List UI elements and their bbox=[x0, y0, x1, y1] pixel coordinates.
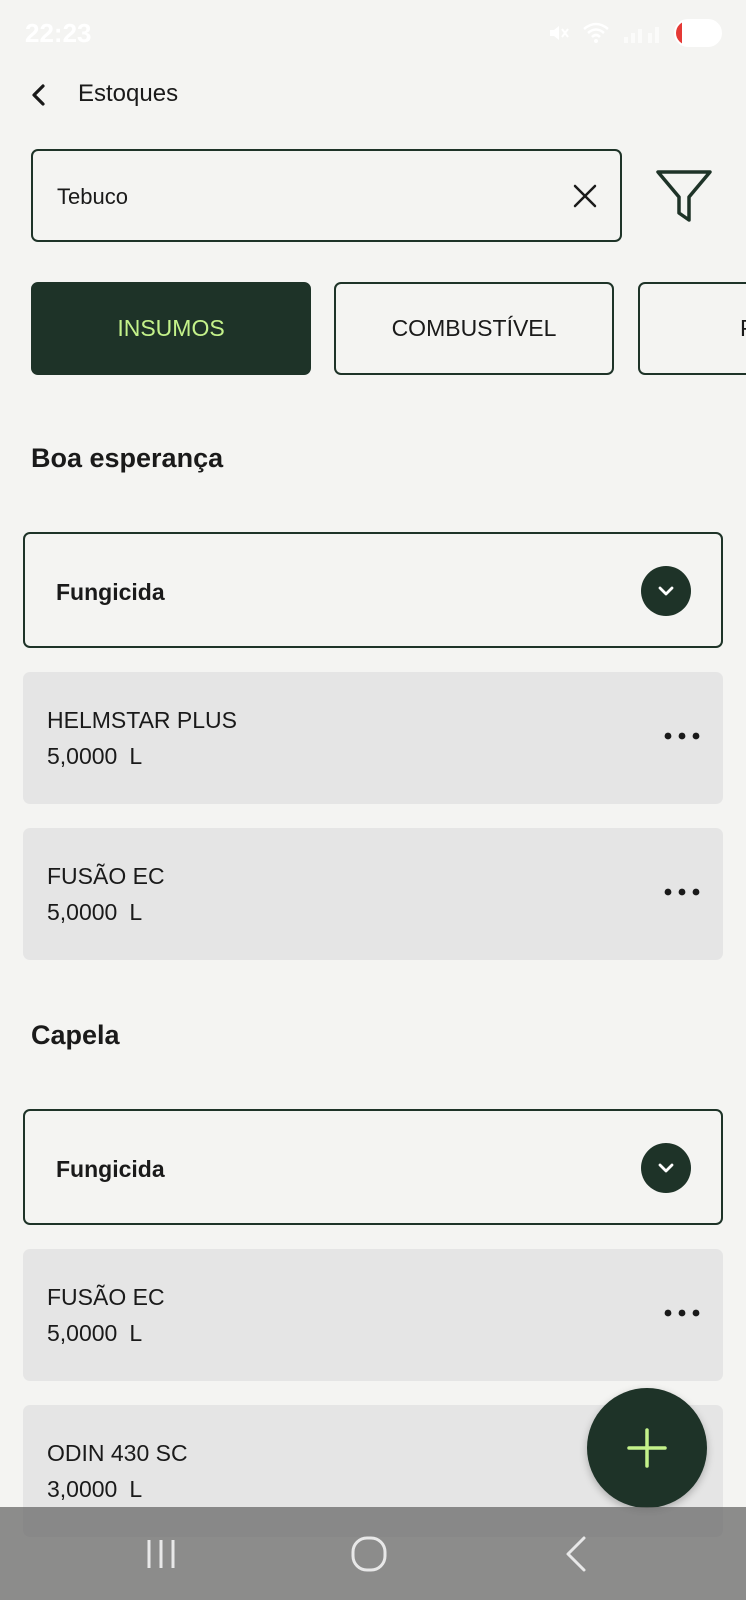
product-quantity: 5,0000 L bbox=[47, 899, 142, 926]
search-input[interactable]: Tebuco bbox=[31, 149, 622, 242]
product-quantity: 5,0000 L bbox=[47, 743, 142, 770]
search-input-value[interactable]: Tebuco bbox=[57, 184, 128, 210]
tab-label: COMBUSTÍVEL bbox=[391, 315, 557, 341]
back-icon bbox=[566, 1536, 586, 1572]
quantity-unit: L bbox=[129, 1476, 143, 1502]
tab-label: INSUMOS bbox=[117, 315, 225, 341]
home-icon bbox=[351, 1536, 387, 1572]
filter-button[interactable] bbox=[654, 166, 714, 226]
product-name: FUSÃO EC bbox=[47, 1284, 165, 1310]
more-options-button[interactable] bbox=[663, 880, 701, 904]
more-options-button[interactable] bbox=[663, 724, 701, 748]
quantity-value: 5,0000 bbox=[47, 743, 118, 769]
system-back-button[interactable] bbox=[556, 1532, 600, 1576]
product-card[interactable]: FUSÃO EC 5,0000 L bbox=[23, 1249, 723, 1381]
back-button[interactable] bbox=[22, 78, 56, 112]
status-bar: 22:23 13 bbox=[0, 0, 746, 66]
tab-insumos[interactable]: INSUMOS bbox=[31, 282, 311, 375]
recent-apps-icon bbox=[147, 1540, 175, 1568]
page-title: Estoques bbox=[78, 80, 179, 107]
product-quantity: 5,0000 L bbox=[47, 1320, 142, 1347]
clear-search-button[interactable] bbox=[570, 181, 600, 211]
chevron-down-icon bbox=[658, 1163, 674, 1173]
section-title: Boa esperança bbox=[31, 443, 224, 473]
category-dropdown[interactable]: Fungicida bbox=[23, 532, 723, 648]
top-app-bar: Estoques bbox=[0, 66, 746, 122]
quantity-unit: L bbox=[129, 1320, 143, 1346]
signal-icon bbox=[624, 27, 659, 43]
product-quantity: 3,0000 L bbox=[47, 1476, 142, 1503]
quantity-value: 3,0000 bbox=[47, 1476, 118, 1502]
product-name: ODIN 430 SC bbox=[47, 1440, 188, 1466]
status-time: 22:23 bbox=[25, 18, 92, 48]
recent-apps-button[interactable] bbox=[139, 1532, 183, 1576]
battery-icon: 13 bbox=[674, 19, 722, 47]
more-horizontal-icon bbox=[664, 1309, 700, 1317]
quantity-value: 5,0000 bbox=[47, 1320, 118, 1346]
product-name: FUSÃO EC bbox=[47, 863, 165, 889]
mute-icon bbox=[550, 26, 569, 40]
plus-icon bbox=[627, 1428, 667, 1468]
category-dropdown[interactable]: Fungicida bbox=[23, 1109, 723, 1225]
product-card[interactable]: HELMSTAR PLUS 5,0000 L bbox=[23, 672, 723, 804]
product-name: HELMSTAR PLUS bbox=[47, 707, 238, 733]
product-card[interactable]: FUSÃO EC 5,0000 L bbox=[23, 828, 723, 960]
chevron-down-icon bbox=[658, 586, 674, 596]
expand-button[interactable] bbox=[641, 1143, 691, 1193]
status-icons: 13 bbox=[546, 18, 722, 48]
battery-level-text: 13 bbox=[689, 23, 707, 40]
home-button[interactable] bbox=[347, 1532, 391, 1576]
add-button[interactable] bbox=[587, 1388, 707, 1508]
more-options-button[interactable] bbox=[663, 1301, 701, 1325]
category-label: Fungicida bbox=[56, 1156, 165, 1182]
expand-button[interactable] bbox=[641, 566, 691, 616]
category-label: Fungicida bbox=[56, 579, 165, 605]
more-horizontal-icon bbox=[664, 732, 700, 740]
close-icon bbox=[573, 184, 597, 208]
quantity-unit: L bbox=[129, 899, 143, 925]
more-horizontal-icon bbox=[664, 888, 700, 896]
section-title: Capela bbox=[31, 1020, 120, 1050]
quantity-unit: L bbox=[129, 743, 143, 769]
quantity-value: 5,0000 bbox=[47, 899, 118, 925]
chevron-left-icon bbox=[32, 84, 45, 106]
tab-label: P bbox=[740, 315, 746, 342]
tab-partial[interactable]: P bbox=[638, 282, 746, 375]
filter-icon bbox=[656, 170, 712, 222]
tab-combustivel[interactable]: COMBUSTÍVEL bbox=[334, 282, 614, 375]
wifi-icon bbox=[583, 22, 609, 43]
system-navigation-bar bbox=[0, 1507, 746, 1600]
